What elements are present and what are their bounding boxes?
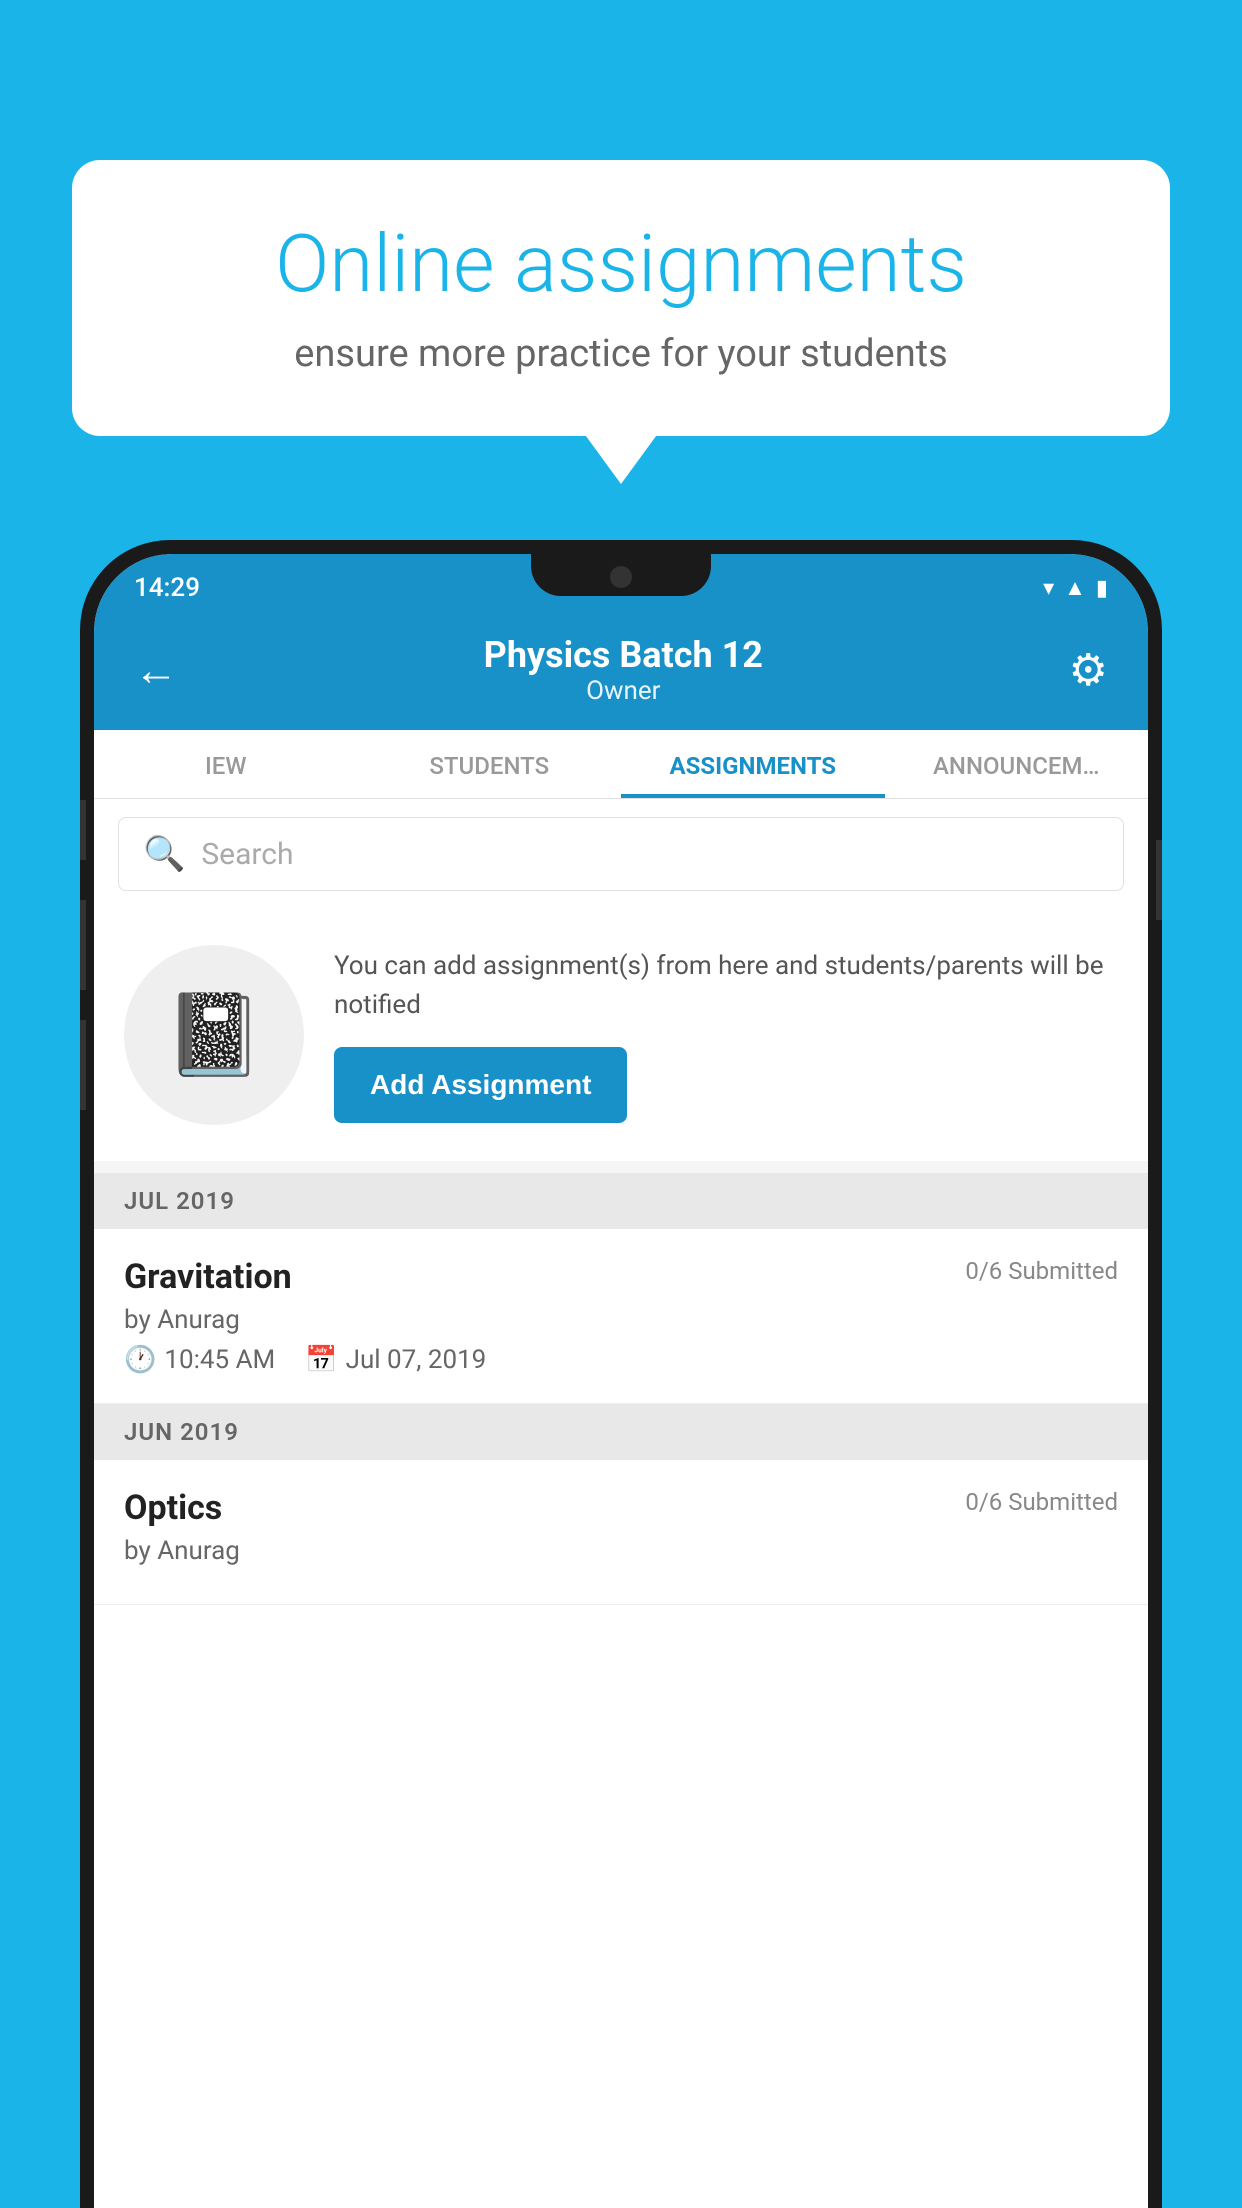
assignment-time-item: 🕐 10:45 AM bbox=[124, 1345, 275, 1375]
status-icons: ▾ ▲ ▮ bbox=[1043, 575, 1108, 601]
assignment-item-top-optics: Optics 0/6 Submitted bbox=[124, 1488, 1118, 1528]
content-area: 🔍 Search 📓 You can add assignment(s) fro… bbox=[94, 799, 1148, 1605]
assignment-icon-circle: 📓 bbox=[124, 945, 304, 1125]
header-center: Physics Batch 12 Owner bbox=[178, 634, 1069, 706]
assignment-date-item: 📅 Jul 07, 2019 bbox=[305, 1345, 486, 1375]
assignment-item-gravitation[interactable]: Gravitation 0/6 Submitted by Anurag 🕐 10… bbox=[94, 1229, 1148, 1404]
assignment-name-optics: Optics bbox=[124, 1488, 222, 1528]
month-header-jun: JUN 2019 bbox=[94, 1404, 1148, 1460]
assignment-submitted-optics: 0/6 Submitted bbox=[965, 1488, 1118, 1516]
assignment-date: Jul 07, 2019 bbox=[346, 1345, 487, 1375]
calendar-icon: 📅 bbox=[305, 1345, 337, 1375]
assignment-by-gravitation: by Anurag bbox=[124, 1305, 1118, 1335]
assignment-notebook-icon: 📓 bbox=[164, 988, 264, 1082]
assignment-submitted-gravitation: 0/6 Submitted bbox=[965, 1257, 1118, 1285]
clock-icon: 🕐 bbox=[124, 1345, 156, 1375]
speech-bubble-subtitle: ensure more practice for your students bbox=[142, 332, 1100, 376]
power-button bbox=[1156, 840, 1162, 920]
search-box[interactable]: 🔍 Search bbox=[118, 817, 1124, 891]
header-title: Physics Batch 12 bbox=[178, 634, 1069, 676]
speech-bubble: Online assignments ensure more practice … bbox=[72, 160, 1170, 436]
search-icon: 🔍 bbox=[143, 834, 185, 874]
assignment-meta-gravitation: 🕐 10:45 AM 📅 Jul 07, 2019 bbox=[124, 1345, 1118, 1375]
battery-icon: ▮ bbox=[1096, 576, 1108, 601]
tab-iew[interactable]: IEW bbox=[94, 730, 358, 798]
phone-screen: 14:29 ▾ ▲ ▮ ← Physics Batch 12 Owner ⚙ bbox=[94, 554, 1148, 2208]
month-header-jul: JUL 2019 bbox=[94, 1173, 1148, 1229]
speech-bubble-title: Online assignments bbox=[142, 220, 1100, 308]
phone-inner: 14:29 ▾ ▲ ▮ ← Physics Batch 12 Owner ⚙ bbox=[94, 554, 1148, 2208]
volume-down-button bbox=[80, 1020, 86, 1110]
volume-up-button bbox=[80, 900, 86, 990]
assignment-by-optics: by Anurag bbox=[124, 1536, 1118, 1566]
assignment-name-gravitation: Gravitation bbox=[124, 1257, 292, 1297]
assignment-item-optics[interactable]: Optics 0/6 Submitted by Anurag bbox=[94, 1460, 1148, 1605]
assignment-time: 10:45 AM bbox=[164, 1345, 275, 1375]
wifi-icon: ▾ bbox=[1043, 576, 1054, 601]
status-time: 14:29 bbox=[134, 573, 200, 603]
tab-assignments[interactable]: ASSIGNMENTS bbox=[621, 730, 885, 798]
phone-frame: 14:29 ▾ ▲ ▮ ← Physics Batch 12 Owner ⚙ bbox=[80, 540, 1162, 2208]
assignment-item-top: Gravitation 0/6 Submitted bbox=[124, 1257, 1118, 1297]
add-assignment-right: You can add assignment(s) from here and … bbox=[334, 947, 1118, 1123]
back-button[interactable]: ← bbox=[134, 644, 178, 696]
notch bbox=[531, 554, 711, 596]
add-assignment-section: 📓 You can add assignment(s) from here an… bbox=[94, 909, 1148, 1161]
add-assignment-button[interactable]: Add Assignment bbox=[334, 1047, 627, 1123]
camera-dot bbox=[610, 566, 632, 588]
header-subtitle: Owner bbox=[178, 676, 1069, 706]
tab-students[interactable]: STUDENTS bbox=[358, 730, 622, 798]
app-header: ← Physics Batch 12 Owner ⚙ bbox=[94, 614, 1148, 730]
search-input[interactable]: Search bbox=[201, 837, 293, 872]
speech-bubble-container: Online assignments ensure more practice … bbox=[72, 160, 1170, 436]
search-container: 🔍 Search bbox=[94, 799, 1148, 909]
volume-mute-button bbox=[80, 800, 86, 860]
tab-announcements[interactable]: ANNOUNCEM… bbox=[885, 730, 1149, 798]
settings-button[interactable]: ⚙ bbox=[1069, 644, 1108, 696]
tabs-bar: IEW STUDENTS ASSIGNMENTS ANNOUNCEM… bbox=[94, 730, 1148, 799]
signal-icon: ▲ bbox=[1064, 575, 1086, 601]
add-assignment-description: You can add assignment(s) from here and … bbox=[334, 947, 1118, 1025]
